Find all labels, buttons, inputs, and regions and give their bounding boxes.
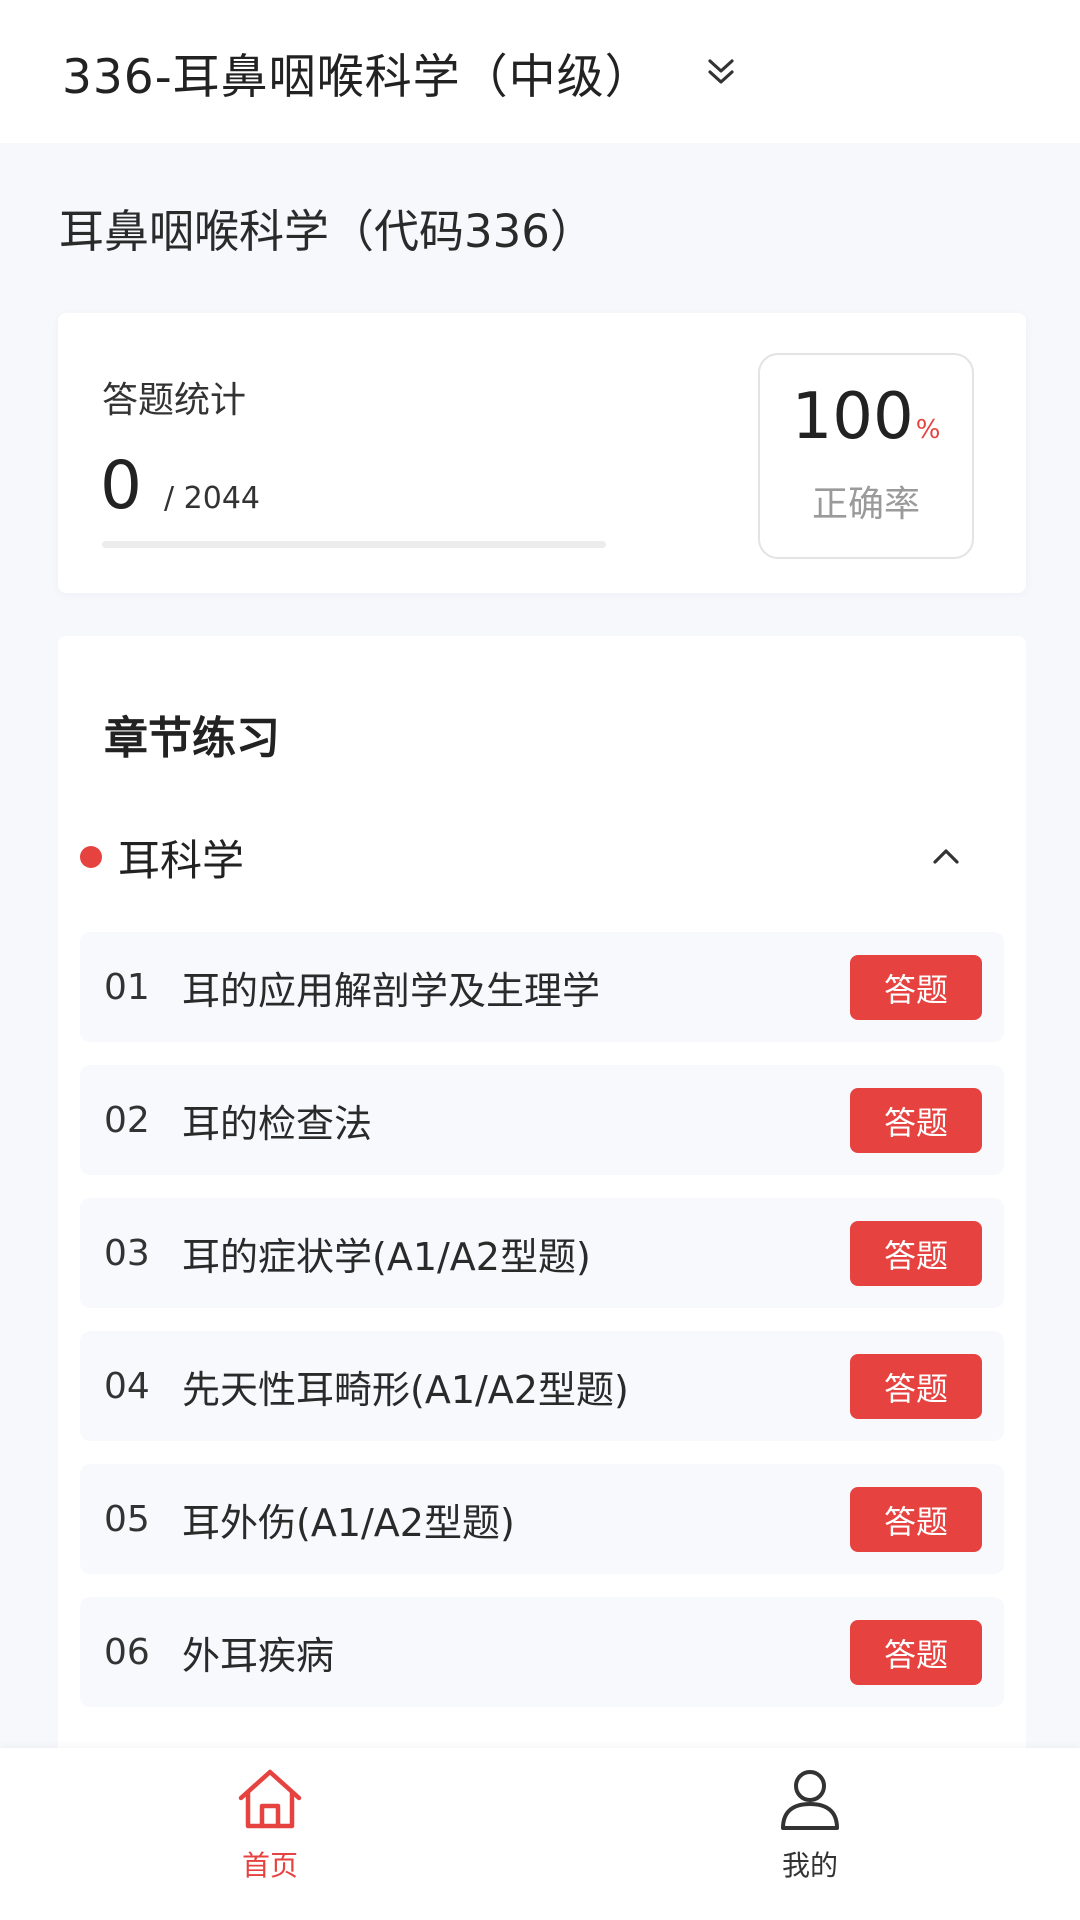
- answer-button[interactable]: 答题: [850, 955, 982, 1020]
- nav-mine[interactable]: 我的: [710, 1762, 910, 1892]
- chapter-name: 先天性耳畸形(A1/A2型题): [182, 1367, 629, 1412]
- progress-bar: [102, 541, 606, 548]
- double-chevron-down-icon[interactable]: [705, 55, 737, 89]
- user-icon: [781, 1770, 839, 1830]
- chevron-up-icon[interactable]: [926, 838, 966, 874]
- exam-selector[interactable]: 336-耳鼻咽喉科学（中级）: [62, 36, 737, 108]
- chapter-name: 外耳疾病: [182, 1633, 335, 1678]
- stats-count: 0 / 2044: [100, 453, 260, 519]
- bottom-nav: 首页 我的: [0, 1748, 1080, 1920]
- app-page: 336-耳鼻咽喉科学（中级） 耳鼻咽喉科学（代码336） 答题统计 0 / 20…: [0, 0, 1080, 1920]
- chapter-name: 耳外伤(A1/A2型题): [182, 1500, 515, 1545]
- chapter-number: 02: [104, 1099, 150, 1141]
- answer-button[interactable]: 答题: [850, 1221, 982, 1286]
- accuracy-box: 100 % 正确率: [758, 353, 974, 559]
- chapter-practice-card: 章节练习 耳科学 01 耳的应用解剖学及生理学 答题 02 耳的检查法 答题 0…: [58, 636, 1026, 1920]
- section-name: 耳科学: [118, 835, 245, 885]
- accuracy-unit: %: [915, 415, 941, 445]
- chapter-name: 耳的应用解剖学及生理学: [182, 968, 601, 1013]
- accuracy-value-row: 100 %: [760, 385, 972, 449]
- chapter-name: 耳的症状学(A1/A2型题): [182, 1234, 591, 1279]
- list-item[interactable]: 01 耳的应用解剖学及生理学 答题: [80, 932, 1004, 1042]
- answer-button[interactable]: 答题: [850, 1487, 982, 1552]
- list-item[interactable]: 03 耳的症状学(A1/A2型题) 答题: [80, 1198, 1004, 1308]
- list-item[interactable]: 04 先天性耳畸形(A1/A2型题) 答题: [80, 1331, 1004, 1441]
- exam-title: 336-耳鼻咽喉科学（中级）: [62, 49, 653, 105]
- answer-button[interactable]: 答题: [850, 1620, 982, 1685]
- chapter-number: 03: [104, 1232, 150, 1274]
- answer-button[interactable]: 答题: [850, 1088, 982, 1153]
- section-header[interactable]: 耳科学: [80, 822, 1004, 892]
- list-item[interactable]: 05 耳外伤(A1/A2型题) 答题: [80, 1464, 1004, 1574]
- chapter-list: 01 耳的应用解剖学及生理学 答题 02 耳的检查法 答题 03 耳的症状学(A…: [80, 932, 1004, 1730]
- section-dot: [80, 846, 102, 868]
- answered-count: 0: [100, 447, 142, 524]
- accuracy-value: 100: [791, 380, 914, 454]
- top-bar: 336-耳鼻咽喉科学（中级）: [0, 0, 1080, 143]
- chapter-number: 04: [104, 1365, 150, 1407]
- total-count: / 2044: [164, 481, 260, 516]
- list-item[interactable]: 02 耳的检查法 答题: [80, 1065, 1004, 1175]
- answer-button[interactable]: 答题: [850, 1354, 982, 1419]
- nav-home[interactable]: 首页: [170, 1762, 370, 1892]
- chapter-number: 06: [104, 1631, 150, 1673]
- home-icon: [238, 1769, 302, 1829]
- stats-label: 答题统计: [102, 380, 247, 421]
- accuracy-label: 正确率: [811, 484, 920, 525]
- chapter-number: 01: [104, 966, 150, 1008]
- list-item[interactable]: 06 外耳疾病 答题: [80, 1597, 1004, 1707]
- subject-title: 耳鼻咽喉科学（代码336）: [59, 205, 595, 258]
- nav-home-label: 首页: [241, 1849, 298, 1882]
- answer-stats-card: 答题统计 0 / 2044 100 % 正确率: [58, 313, 1026, 593]
- nav-mine-label: 我的: [781, 1849, 838, 1882]
- chapter-number: 05: [104, 1498, 150, 1540]
- chapter-heading: 章节练习: [104, 713, 280, 764]
- chapter-name: 耳的检查法: [182, 1101, 373, 1146]
